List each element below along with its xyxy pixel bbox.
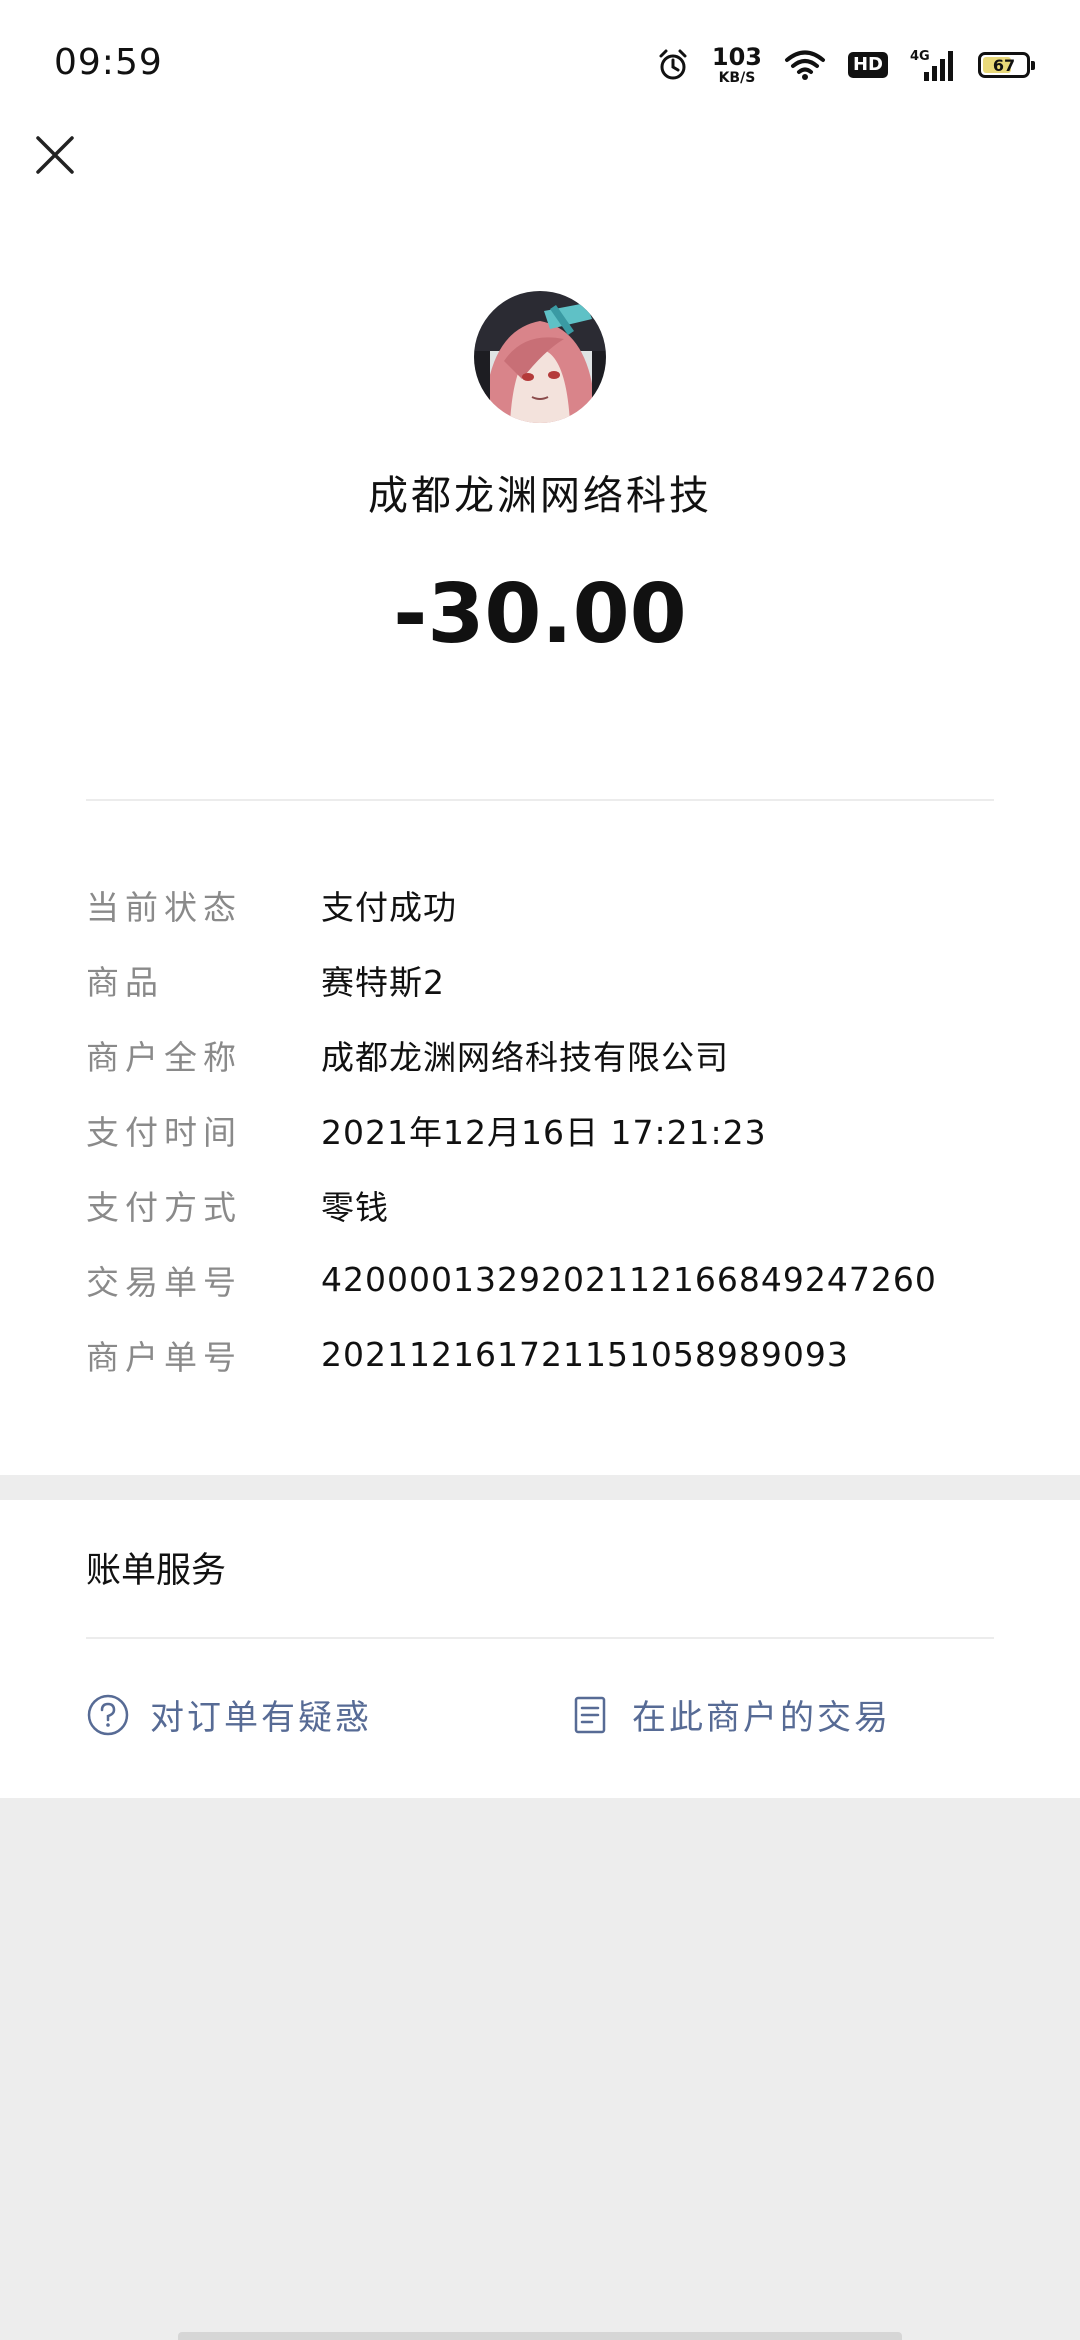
detail-list: 当前状态 支付成功 商品 赛特斯2 商户全称 成都龙渊网络科技有限公司 支付时间…: [86, 867, 994, 1392]
merchant-name: 成都龙渊网络科技: [368, 473, 712, 519]
detail-value: 4200001329202112166849247260: [321, 1260, 937, 1299]
order-doubt-link[interactable]: 对订单有疑惑: [86, 1690, 372, 1739]
status-icons: 103 KB/S HD 4G 67: [656, 40, 1035, 90]
bill-services-card: 账单服务 对订单有疑惑 在此商户的交易: [0, 1500, 1080, 1798]
detail-label: 商户全称: [86, 1037, 242, 1077]
detail-label: 商品: [86, 962, 164, 1002]
detail-row-merchant-full-name: 商户全称 成都龙渊网络科技有限公司: [86, 1017, 994, 1092]
detail-row-product: 商品 赛特斯2: [86, 942, 994, 1017]
merchant-transactions-link[interactable]: 在此商户的交易: [568, 1690, 891, 1739]
home-indicator[interactable]: [178, 2332, 902, 2340]
detail-value: 成都龙渊网络科技有限公司: [321, 1037, 729, 1077]
status-time: 09:59: [54, 42, 163, 83]
order-doubt-label: 对订单有疑惑: [150, 1698, 372, 1738]
detail-row-status: 当前状态 支付成功: [86, 867, 994, 942]
merchant-transactions-label: 在此商户的交易: [632, 1698, 891, 1738]
document-icon: [574, 1696, 606, 1733]
divider: [86, 799, 994, 801]
detail-value: 赛特斯2: [321, 962, 445, 1002]
detail-row-payment-time: 支付时间 2021年12月16日 17:21:23: [86, 1092, 994, 1167]
divider: [86, 1637, 994, 1639]
detail-label: 支付方式: [86, 1187, 242, 1227]
close-icon: [36, 136, 74, 174]
question-circle-icon: [87, 1694, 129, 1735]
detail-row-payment-method: 支付方式 零钱: [86, 1167, 994, 1242]
net-speed: 103 KB/S: [712, 45, 762, 85]
wifi-icon: [784, 50, 825, 80]
payment-amount: -30.00: [393, 567, 687, 662]
services-title: 账单服务: [86, 1551, 227, 1591]
detail-label: 商户单号: [86, 1337, 242, 1377]
net-speed-value: 103: [711, 43, 762, 71]
detail-value: 支付成功: [321, 887, 457, 927]
detail-label: 支付时间: [86, 1112, 242, 1152]
status-bar: 09:59 103 KB/S HD 4G 67: [0, 0, 1080, 130]
merchant-avatar: [474, 291, 606, 423]
battery-icon: 67: [978, 52, 1035, 78]
detail-label: 交易单号: [86, 1262, 242, 1302]
signal-icon: 4G: [910, 49, 953, 81]
bill-detail-card: 成都龙渊网络科技 -30.00 当前状态 支付成功 商品 赛特斯2 商户全称 成…: [0, 227, 1080, 1475]
detail-value: 2021年12月16日 17:21:23: [321, 1112, 767, 1152]
battery-level: 67: [992, 55, 1016, 75]
detail-label: 当前状态: [86, 887, 242, 927]
network-type: 4G: [910, 49, 930, 64]
detail-value: 零钱: [321, 1187, 389, 1227]
detail-value: 20211216172115105898909​3: [321, 1335, 849, 1374]
close-button[interactable]: [30, 130, 80, 180]
top-area: 09:59 103 KB/S HD 4G 67: [0, 0, 1080, 227]
alarm-icon: [659, 49, 687, 80]
detail-row-merchant-order-id: 商户单号 20211216172115105898909​3: [86, 1317, 994, 1392]
hd-icon: HD: [847, 52, 888, 78]
detail-row-transaction-id: 交易单号 4200001329202112166849247260: [86, 1242, 994, 1317]
avatar-image: [474, 291, 606, 423]
net-speed-unit: KB/S: [718, 70, 756, 86]
